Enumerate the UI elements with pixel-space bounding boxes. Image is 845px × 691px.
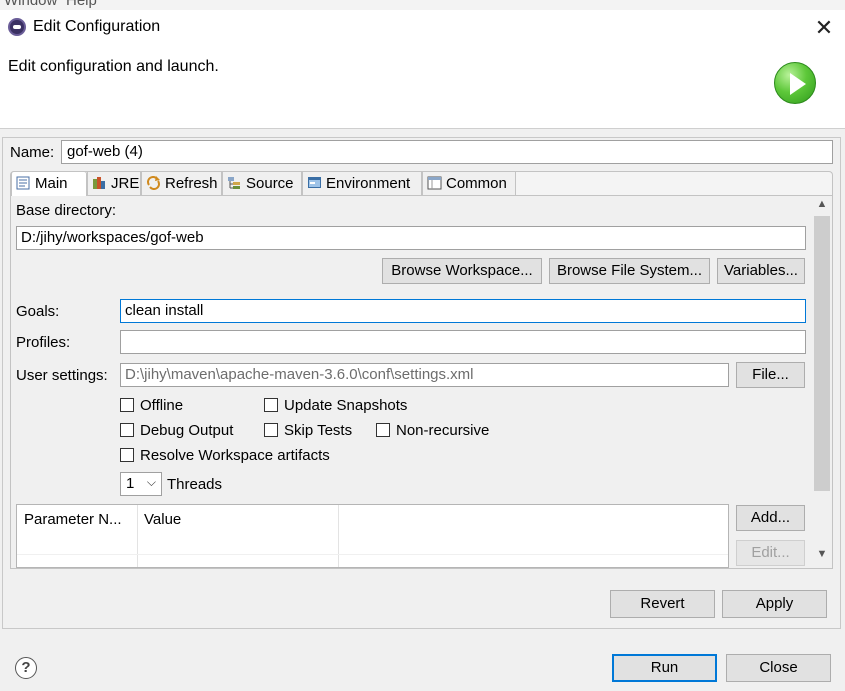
profiles-label: Profiles: [16,334,71,351]
base-directory-input[interactable]: D:/jihy/workspaces/gof-web [16,226,806,250]
chevron-down-icon: ⌵ [146,475,156,489]
debug-output-label: Debug Output [140,422,234,439]
environment-icon [307,176,322,190]
run-button[interactable]: Run [612,654,717,682]
tab-main-label: Main [35,175,68,192]
browse-file-system-button[interactable]: Browse File System... [549,258,710,284]
base-directory-label: Base directory: [16,202,117,219]
tab-refresh[interactable]: Refresh [141,171,222,195]
user-settings-label: User settings: [16,367,108,384]
checkbox-box [376,423,390,437]
skip-tests-label: Skip Tests [284,422,353,439]
menu-help: Help [66,0,97,9]
parameters-table[interactable]: Parameter N... Value [16,504,729,568]
tab-jre-label: JRE [111,175,140,192]
non-recursive-checkbox[interactable]: Non-recursive [376,422,489,440]
menu-window: Window [4,0,58,9]
debug-output-checkbox[interactable]: Debug Output [120,422,233,440]
refresh-icon [146,176,161,190]
threads-select[interactable]: 1 ⌵ [120,472,162,496]
goals-input[interactable]: clean install [120,299,806,323]
edit-parameter-button: Edit... [736,540,805,566]
revert-button[interactable]: Revert [610,590,715,618]
goals-label: Goals: [16,303,60,320]
resolve-workspace-label: Resolve Workspace artifacts [140,447,330,464]
name-label: Name: [10,144,55,161]
column-divider [338,505,339,567]
checkbox-box [120,448,134,462]
title-bar: Edit Configuration ✕ [0,10,845,46]
update-snapshots-checkbox[interactable]: Update Snapshots [264,397,407,415]
scroll-down-arrow-icon[interactable]: ▼ [812,548,832,564]
jre-icon [92,176,107,190]
column-divider [137,505,138,567]
main-tab-icon [16,176,31,190]
eclipse-app-icon [8,18,26,36]
scroll-thumb[interactable] [814,216,830,491]
threads-label: Threads [167,476,223,493]
tab-common-label: Common [446,175,507,192]
update-snapshots-label: Update Snapshots [284,397,408,414]
apply-button[interactable]: Apply [722,590,827,618]
header-description: Edit configuration and launch. [8,58,219,75]
skip-tests-checkbox[interactable]: Skip Tests [264,422,352,440]
tab-main[interactable]: Main [11,171,87,196]
row-divider [17,554,728,555]
user-settings-input[interactable]: D:\jihy\maven\apache-maven-3.6.0\conf\se… [120,363,729,387]
vertical-scrollbar[interactable]: ▲ ▼ [812,196,832,568]
browse-workspace-button[interactable]: Browse Workspace... [382,258,542,284]
offline-label: Offline [140,397,184,414]
parameter-name-header[interactable]: Parameter N... [24,511,122,528]
resolve-workspace-checkbox[interactable]: Resolve Workspace artifacts [120,447,330,465]
tab-jre[interactable]: JRE [87,171,141,195]
tab-source-label: Source [246,175,294,192]
file-button[interactable]: File... [736,362,805,388]
underlying-menu-bar: Window Help [0,0,845,10]
checkbox-box [264,398,278,412]
close-button[interactable]: Close [726,654,831,682]
add-parameter-button[interactable]: Add... [736,505,805,531]
checkbox-box [120,423,134,437]
tab-environment-label: Environment [326,175,411,192]
offline-checkbox[interactable]: Offline [120,397,183,415]
value-header[interactable]: Value [144,511,181,528]
run-icon [774,62,816,104]
non-recursive-label: Non-recursive [396,422,490,439]
window-title: Edit Configuration [33,18,161,35]
common-icon [427,176,442,190]
threads-value: 1 [126,475,135,492]
profiles-input[interactable] [120,330,806,354]
close-window-button[interactable]: ✕ [812,16,836,40]
scroll-up-arrow-icon[interactable]: ▲ [812,198,832,214]
checkbox-box [120,398,134,412]
tab-common[interactable]: Common [422,171,516,195]
source-icon [227,176,242,190]
variables-button[interactable]: Variables... [717,258,805,284]
dialog-header: Edit configuration and launch. [0,46,845,128]
name-input[interactable]: gof-web (4) [61,140,833,164]
tab-environment[interactable]: Environment [302,171,422,195]
tab-source[interactable]: Source [222,171,302,195]
help-icon[interactable]: ? [15,657,37,679]
tab-refresh-label: Refresh [165,175,218,192]
checkbox-box [264,423,278,437]
